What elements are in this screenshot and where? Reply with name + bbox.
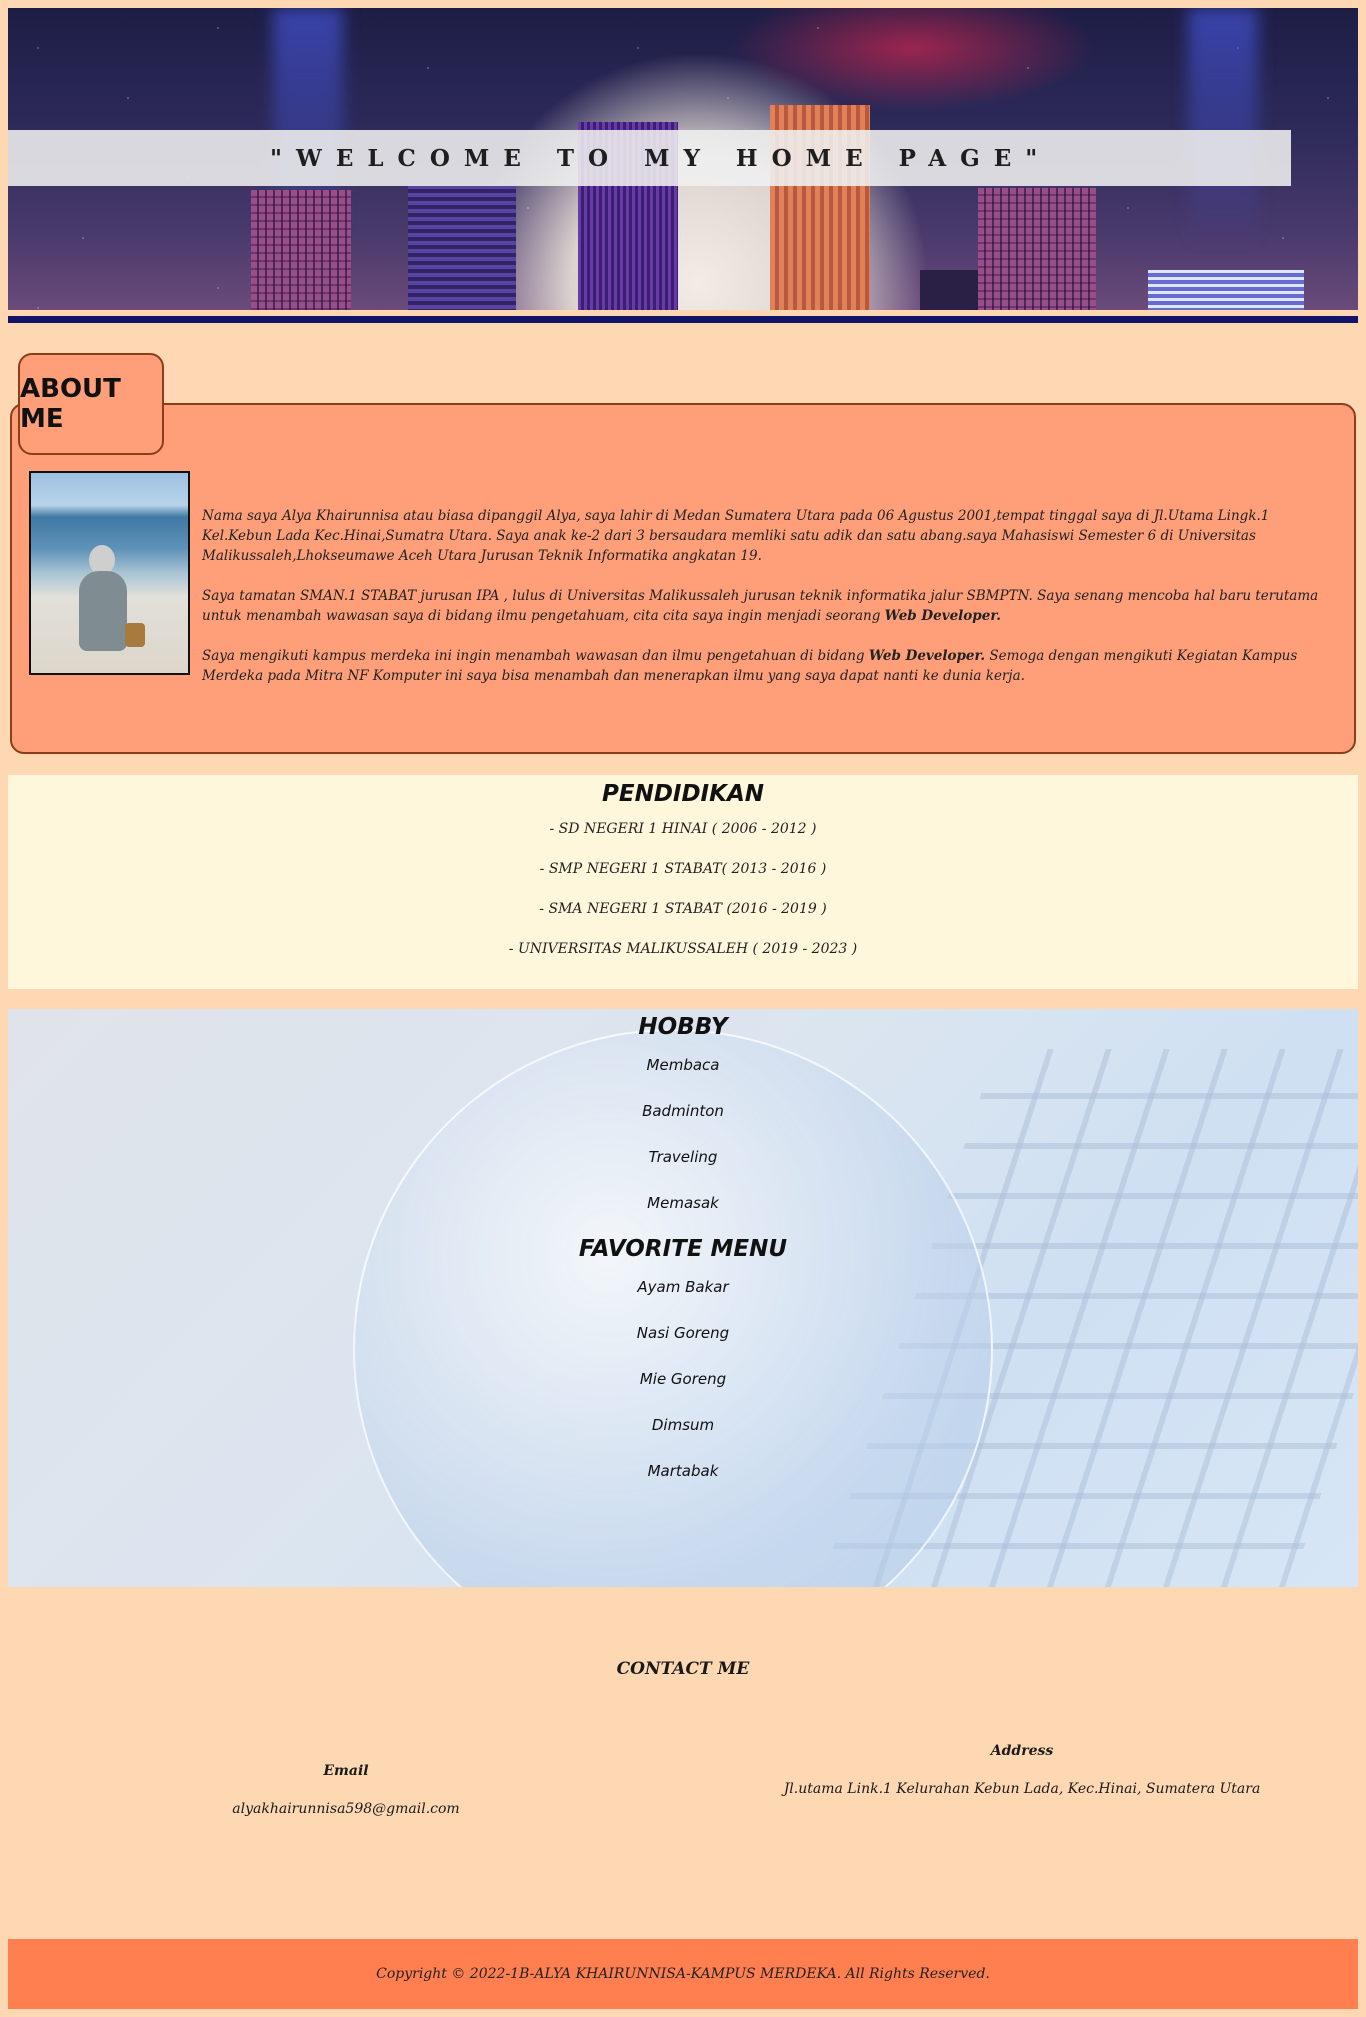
page-title: "WELCOME TO MY HOME PAGE" bbox=[270, 144, 1052, 172]
education-list: - SD NEGERI 1 HINAI ( 2006 - 2012 ) - SM… bbox=[8, 819, 1358, 959]
footer: Copyright © 2022-1B-ALYA KHAIRUNNISA-KAM… bbox=[8, 1939, 1358, 2009]
header-banner-image: "WELCOME TO MY HOME PAGE" bbox=[8, 8, 1358, 310]
profile-photo bbox=[29, 471, 190, 675]
about-paragraph: Nama saya Alya Khairunnisa atau biasa di… bbox=[202, 508, 1270, 564]
about-paragraph-text: Saya mengikuti kampus merdeka ini ingin … bbox=[202, 648, 869, 664]
list-item: Badminton bbox=[642, 1102, 724, 1120]
list-item: - SMA NEGERI 1 STABAT (2016 - 2019 ) bbox=[539, 901, 827, 917]
building bbox=[1148, 270, 1304, 310]
building bbox=[251, 190, 351, 310]
email-value[interactable]: alyakhairunnisa598@gmail.com bbox=[24, 1801, 668, 1817]
education-section: PENDIDIKAN - SD NEGERI 1 HINAI ( 2006 - … bbox=[8, 775, 1358, 989]
address-label: Address bbox=[990, 1743, 1054, 1759]
contact-address: Address Jl.utama Link.1 Kelurahan Kebun … bbox=[700, 1743, 1344, 1797]
list-item: - UNIVERSITAS MALIKUSSALEH ( 2019 - 2023… bbox=[508, 941, 858, 957]
light-beam bbox=[1188, 8, 1258, 248]
education-heading: PENDIDIKAN bbox=[602, 781, 764, 807]
list-item: Ayam Bakar bbox=[637, 1278, 729, 1296]
address-value: Jl.utama Link.1 Kelurahan Kebun Lada, Ke… bbox=[783, 1781, 1261, 1797]
about-text: Nama saya Alya Khairunnisa atau biasa di… bbox=[202, 506, 1320, 706]
copyright-text: Copyright © 2022-1B-ALYA KHAIRUNNISA-KAM… bbox=[376, 1966, 990, 1982]
list-item: Martabak bbox=[647, 1462, 719, 1480]
hobby-list: Membaca Badminton Traveling Memasak bbox=[8, 1052, 1358, 1216]
photo-person-body bbox=[79, 571, 127, 651]
list-item: Memasak bbox=[647, 1194, 719, 1212]
building bbox=[920, 270, 980, 310]
list-item: Membaca bbox=[646, 1056, 720, 1074]
favorite-menu-list: Ayam Bakar Nasi Goreng Mie Goreng Dimsum… bbox=[8, 1274, 1358, 1484]
building bbox=[408, 185, 516, 310]
hobby-heading: HOBBY bbox=[638, 1014, 728, 1040]
list-item: Dimsum bbox=[651, 1416, 715, 1434]
list-item: - SD NEGERI 1 HINAI ( 2006 - 2012 ) bbox=[549, 821, 817, 837]
welcome-banner: "WELCOME TO MY HOME PAGE" bbox=[8, 130, 1291, 186]
header-divider bbox=[8, 316, 1358, 323]
email-label: Email bbox=[323, 1763, 369, 1779]
contact-email: Email alyakhairunnisa598@gmail.com bbox=[24, 1763, 668, 1817]
about-paragraph-bold: Web Developer. bbox=[868, 648, 986, 664]
photo-bag bbox=[125, 623, 145, 647]
list-item: Mie Goreng bbox=[639, 1370, 727, 1388]
list-item: Traveling bbox=[648, 1148, 718, 1166]
contact-heading: CONTACT ME bbox=[616, 1659, 750, 1679]
building bbox=[978, 188, 1096, 310]
about-heading: ABOUT ME bbox=[20, 374, 121, 434]
list-item: Nasi Goreng bbox=[636, 1324, 730, 1342]
hobby-section: HOBBY Membaca Badminton Traveling Memasa… bbox=[8, 1009, 1358, 1587]
about-paragraph: Saya tamatan SMAN.1 STABAT jurusan IPA ,… bbox=[202, 586, 1320, 626]
about-paragraph: Saya mengikuti kampus merdeka ini ingin … bbox=[202, 646, 1320, 686]
favorite-menu-heading: FAVORITE MENU bbox=[578, 1236, 788, 1262]
about-paragraph-bold: Web Developer. bbox=[884, 608, 1001, 624]
about-paragraph-text: Saya tamatan SMAN.1 STABAT jurusan IPA ,… bbox=[202, 588, 1319, 624]
about-heading-tab: ABOUT ME bbox=[18, 353, 164, 455]
hobby-content: HOBBY Membaca Badminton Traveling Memasa… bbox=[8, 1014, 1358, 1484]
list-item: - SMP NEGERI 1 STABAT( 2013 - 2016 ) bbox=[539, 861, 827, 877]
